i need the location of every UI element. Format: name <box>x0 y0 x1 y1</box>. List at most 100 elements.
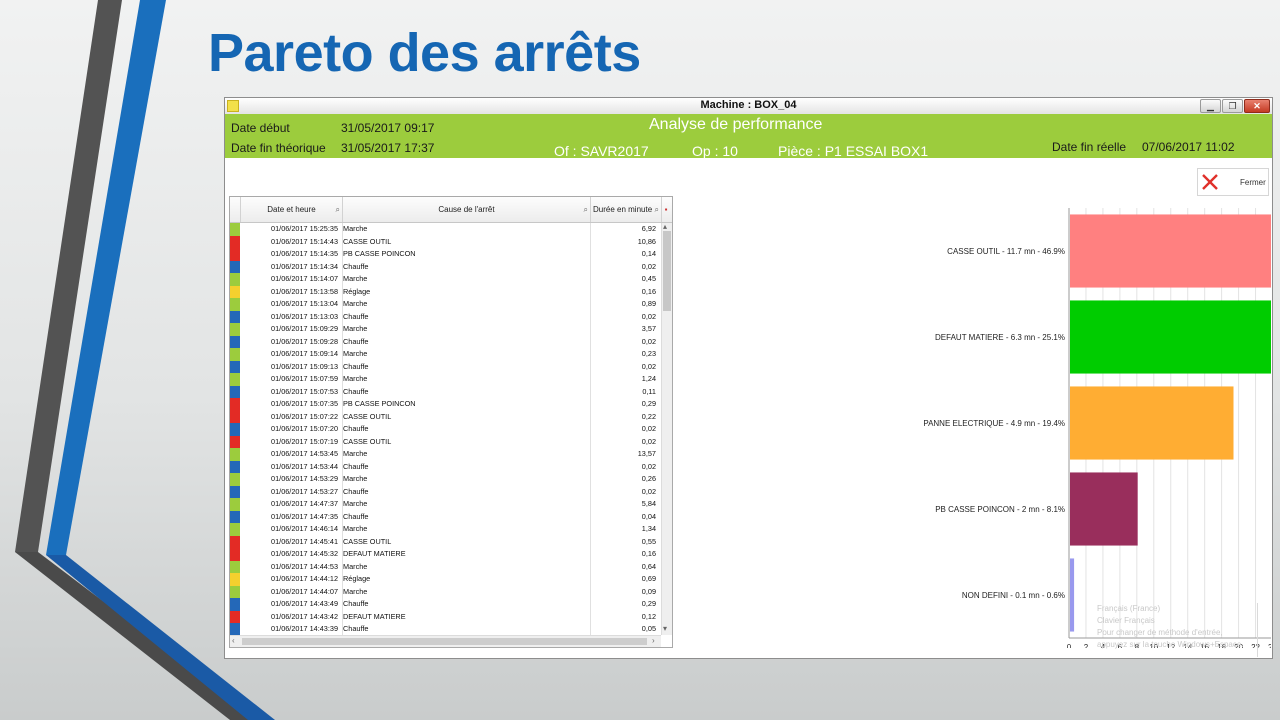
cell-cause: DEFAUT MATIERE <box>343 611 406 621</box>
table-row[interactable]: 01/06/2017 15:07:22 CASSE OUTIL 0,22 <box>230 410 660 423</box>
status-color-swatch <box>230 485 240 498</box>
table-row[interactable]: 01/06/2017 15:14:07 Marche 0,45 <box>230 273 660 286</box>
cell-date: 01/06/2017 14:53:44 <box>271 461 338 471</box>
cell-date: 01/06/2017 14:53:27 <box>271 486 338 496</box>
status-color-swatch <box>230 573 240 586</box>
cell-cause: CASSE OUTIL <box>343 411 392 421</box>
table-row[interactable]: 01/06/2017 15:07:59 Marche 1,24 <box>230 373 660 386</box>
table-row[interactable]: 01/06/2017 14:43:39 Chauffe 0,05 <box>230 623 660 636</box>
date-fin-theorique-value: 31/05/2017 17:37 <box>341 141 435 155</box>
table-row[interactable]: 01/06/2017 14:44:53 Marche 0,64 <box>230 560 660 573</box>
vertical-scrollbar[interactable]: ▴ ▾ <box>661 222 672 635</box>
table-row[interactable]: 01/06/2017 14:45:41 CASSE OUTIL 0,55 <box>230 535 660 548</box>
table-row[interactable]: 01/06/2017 14:53:29 Marche 0,26 <box>230 473 660 486</box>
cell-duree: 0,26 <box>641 474 656 483</box>
cell-duree: 0,29 <box>641 599 656 608</box>
horizontal-scrollbar[interactable]: ‹ › <box>230 635 661 647</box>
table-row[interactable]: 01/06/2017 15:07:53 Chauffe 0,11 <box>230 385 660 398</box>
minimize-button[interactable]: ▁ <box>1200 99 1221 113</box>
table-row[interactable]: 01/06/2017 15:13:58 Réglage 0,16 <box>230 285 660 298</box>
scroll-thumb[interactable] <box>242 638 647 645</box>
cell-cause: CASSE OUTIL <box>343 236 392 246</box>
table-row[interactable]: 01/06/2017 15:13:04 Marche 0,89 <box>230 298 660 311</box>
cell-date: 01/06/2017 14:44:53 <box>271 561 338 571</box>
table-row[interactable]: 01/06/2017 14:47:35 Chauffe 0,04 <box>230 510 660 523</box>
cell-date: 01/06/2017 15:13:58 <box>271 286 338 296</box>
cell-date: 01/06/2017 15:14:07 <box>271 274 338 283</box>
table-row[interactable]: 01/06/2017 15:09:14 Marche 0,23 <box>230 348 660 361</box>
restore-button[interactable]: ❐ <box>1222 99 1243 113</box>
table-row[interactable]: 01/06/2017 15:07:35 PB CASSE POINCON 0,29 <box>230 398 660 411</box>
cell-cause: PB CASSE POINCON <box>343 399 416 408</box>
cell-date: 01/06/2017 15:09:14 <box>271 349 338 358</box>
cell-duree: 0,11 <box>642 386 656 396</box>
table-row[interactable]: 01/06/2017 14:53:44 Chauffe 0,02 <box>230 460 660 473</box>
cell-duree: 0,29 <box>641 399 656 408</box>
scroll-down-icon[interactable]: ▾ <box>663 624 667 633</box>
cell-cause: Réglage <box>343 574 371 583</box>
piece-value: Pièce : P1 ESSAI BOX1 <box>778 143 929 159</box>
column-header-date[interactable]: Date et heure ⌕ <box>241 197 343 222</box>
cell-date: 01/06/2017 14:44:12 <box>271 574 338 583</box>
table-row[interactable]: 01/06/2017 15:09:29 Marche 3,57 <box>230 323 660 336</box>
cell-duree: 0,09 <box>641 586 656 596</box>
cell-duree: 0,55 <box>641 536 656 546</box>
cell-cause: Marche <box>343 349 368 358</box>
cell-cause: Chauffe <box>343 486 369 496</box>
cell-cause: DEFAUT MATIERE <box>343 549 406 558</box>
filter-icon[interactable]: ⌕ <box>584 197 588 222</box>
column-chooser-icon[interactable]: ▪ <box>661 197 671 222</box>
cell-date: 01/06/2017 14:44:07 <box>271 586 338 596</box>
table-row[interactable]: 01/06/2017 15:09:28 Chauffe 0,02 <box>230 335 660 348</box>
table-row[interactable]: 01/06/2017 14:43:42 DEFAUT MATIERE 0,12 <box>230 610 660 623</box>
close-button[interactable]: ✕ <box>1244 99 1270 113</box>
bar <box>1070 300 1271 374</box>
stops-grid: Date et heure ⌕ Cause de l'arrêt ⌕ Durée… <box>229 196 673 648</box>
status-color-swatch <box>230 285 240 298</box>
table-row[interactable]: 01/06/2017 15:14:43 CASSE OUTIL 10,86 <box>230 235 660 248</box>
close-x-icon <box>1202 174 1218 190</box>
filter-icon[interactable]: ⌕ <box>336 197 340 222</box>
x-tick-label: 2 <box>1084 643 1089 648</box>
table-row[interactable]: 01/06/2017 14:46:14 Marche 1,34 <box>230 523 660 536</box>
fermer-button[interactable]: Fermer <box>1197 168 1269 196</box>
status-color-swatch <box>230 235 240 248</box>
table-row[interactable]: 01/06/2017 14:53:45 Marche 13,57 <box>230 448 660 461</box>
table-row[interactable]: 01/06/2017 15:13:03 Chauffe 0,02 <box>230 310 660 323</box>
table-row[interactable]: 01/06/2017 14:44:07 Marche 0,09 <box>230 585 660 598</box>
filter-icon[interactable]: ⌕ <box>655 197 659 222</box>
scroll-right-icon[interactable]: › <box>652 636 655 645</box>
cell-date: 01/06/2017 14:43:49 <box>271 599 338 608</box>
cell-duree: 0,64 <box>641 561 656 571</box>
table-row[interactable]: 01/06/2017 15:14:35 PB CASSE POINCON 0,14 <box>230 248 660 261</box>
cell-cause: Chauffe <box>343 311 369 321</box>
cell-cause: Marche <box>343 586 368 596</box>
pareto-chart: CASSE OUTIL - 11.7 mn - 46.9% DEFAUT MATI… <box>923 208 1271 648</box>
table-row[interactable]: 01/06/2017 14:53:27 Chauffe 0,02 <box>230 485 660 498</box>
cell-date: 01/06/2017 15:09:29 <box>271 324 338 333</box>
column-header-duree[interactable]: Durée en minute ⌕ <box>591 197 662 222</box>
bar <box>1070 472 1138 546</box>
table-row[interactable]: 01/06/2017 15:09:13 Chauffe 0,02 <box>230 360 660 373</box>
cell-date: 01/06/2017 14:43:42 <box>271 611 338 621</box>
table-row[interactable]: 01/06/2017 14:47:37 Marche 5,84 <box>230 498 660 511</box>
date-fin-reelle-label: Date fin réelle <box>1052 140 1127 154</box>
table-row[interactable]: 01/06/2017 14:43:49 Chauffe 0,29 <box>230 598 660 611</box>
cell-duree: 13,57 <box>637 449 656 458</box>
bar <box>1070 558 1075 632</box>
status-color-swatch <box>230 423 240 436</box>
table-row[interactable]: 01/06/2017 15:07:19 CASSE OUTIL 0,02 <box>230 435 660 448</box>
table-row[interactable]: 01/06/2017 15:14:34 Chauffe 0,02 <box>230 260 660 273</box>
table-row[interactable]: 01/06/2017 14:45:32 DEFAUT MATIERE 0,16 <box>230 548 660 561</box>
cell-duree: 0,45 <box>641 274 656 283</box>
window-titlebar[interactable]: Machine : BOX_04 ▁ ❐ ✕ <box>225 98 1272 115</box>
table-row[interactable]: 01/06/2017 14:44:12 Réglage 0,69 <box>230 573 660 586</box>
scroll-up-icon[interactable]: ▴ <box>663 222 667 231</box>
column-header-cause[interactable]: Cause de l'arrêt ⌕ <box>343 197 591 222</box>
scroll-thumb[interactable] <box>663 231 671 311</box>
scroll-left-icon[interactable]: ‹ <box>232 636 235 645</box>
table-row[interactable]: 01/06/2017 15:07:20 Chauffe 0,02 <box>230 423 660 436</box>
cell-date: 01/06/2017 15:13:03 <box>271 311 338 321</box>
table-row[interactable]: 01/06/2017 15:25:35 Marche 6,92 <box>230 223 660 236</box>
category-label: PANNE ELECTRIQUE - 4.9 mn - 19.4% <box>923 419 1065 428</box>
